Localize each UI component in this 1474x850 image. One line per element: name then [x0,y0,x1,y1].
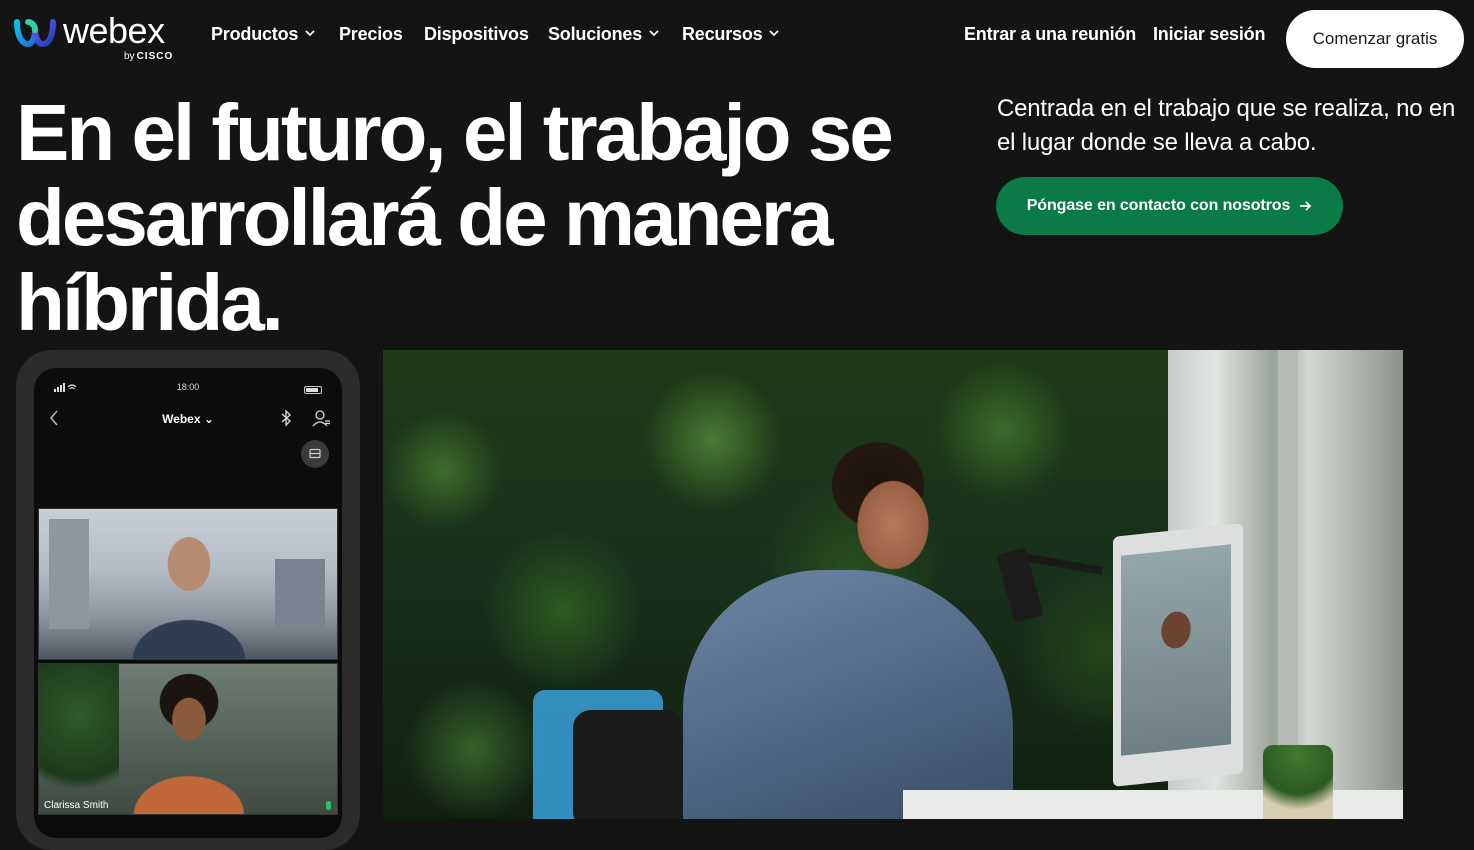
background-plant [39,664,119,814]
background-building [275,559,325,629]
webex-logo-icon [14,19,56,48]
app-title[interactable]: Webex ⌄ [34,412,342,426]
photo-office-chair [573,710,683,819]
chevron-down-icon [305,30,315,37]
hero-subhead: Centrada en el trabajo que se realiza, n… [997,95,1456,156]
bluetooth-icon[interactable] [280,409,292,427]
photo-plant [1263,745,1333,819]
hero-photo [383,350,1403,819]
nav-precios[interactable]: Precios [339,24,403,45]
contact-us-label: Póngase en contacto con nosotros [1026,197,1291,214]
start-free-button[interactable]: Comenzar gratis [1286,10,1464,68]
participants-icon[interactable] [312,409,330,427]
sign-in-link[interactable]: Iniciar sesión [1153,24,1265,45]
nav-productos-label: Productos [211,24,299,44]
chevron-down-icon [769,30,780,37]
layout-icon [309,448,321,459]
arrow-right-icon [1300,201,1312,211]
battery-icon [304,386,322,394]
participant-name: Clarissa Smith [44,800,109,811]
nav-precios-label: Precios [339,24,403,44]
video-tile-participant: Clarissa Smith [38,663,338,815]
brand-byline: by CISCO [124,51,174,62]
photo-lamp-arm [1022,553,1104,575]
chevron-down-icon [649,30,659,37]
brand-name: webex [63,10,165,51]
layout-toggle-button[interactable] [301,440,329,468]
nav-productos[interactable]: Productos [211,24,316,45]
background-building [49,519,89,629]
nav-soluciones-label: Soluciones [548,24,643,44]
photo-monitor-screen [1121,544,1231,756]
hero-headline: En el futuro, el trabajo se desarrollará… [16,88,894,347]
nav-dispositivos-label: Dispositivos [424,24,529,44]
join-meeting-link[interactable]: Entrar a una reunión [964,24,1136,45]
contact-us-button[interactable]: Póngase en contacto con nosotros [996,177,1343,235]
photo-person-head [823,430,953,590]
webex-logo[interactable]: webex by CISCO [14,10,184,66]
nav-recursos-label: Recursos [682,24,763,44]
microphone-active-icon [326,801,331,810]
nav-recursos[interactable]: Recursos [682,24,780,45]
nav-dispositivos[interactable]: Dispositivos [424,24,529,45]
phone-screen: 18:00 Webex ⌄ Clarissa Smith [34,368,342,838]
video-tile-participant [38,508,338,660]
nav-soluciones[interactable]: Soluciones [548,24,660,45]
status-time: 18:00 [176,382,200,392]
top-navigation: webex by CISCO Productos Precios Disposit… [0,0,1474,80]
photo-person-body [683,570,1013,819]
